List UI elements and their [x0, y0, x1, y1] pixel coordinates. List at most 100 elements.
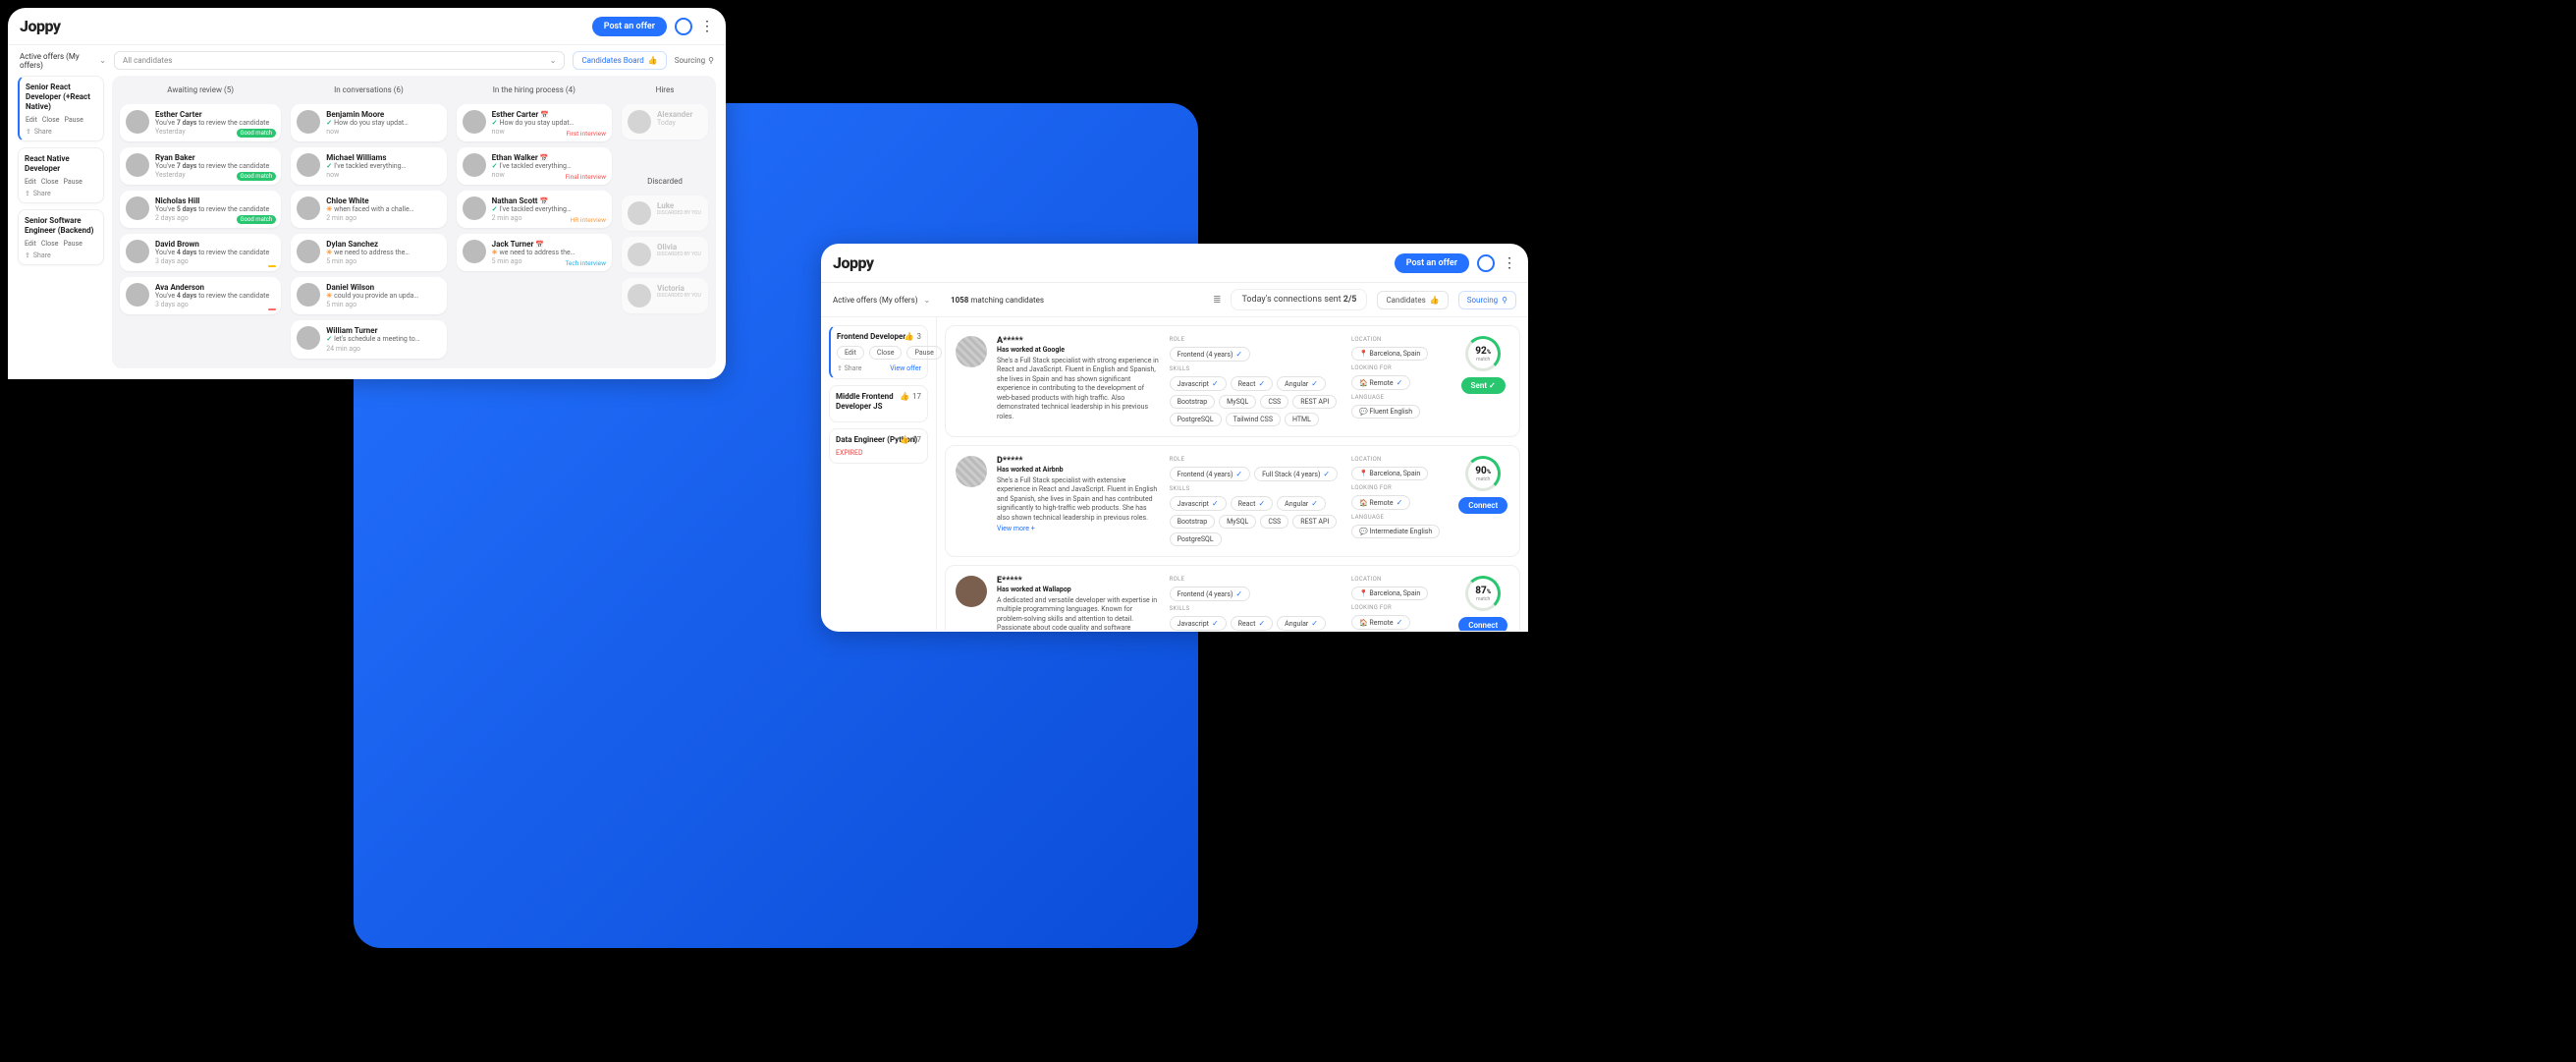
avatar	[297, 283, 320, 307]
label-skills: SKILLS	[1170, 485, 1342, 492]
active-offers-selector[interactable]: Active offers (My offers) ⌄	[833, 296, 941, 305]
candidate-card[interactable]: OliviaDISCARDED BY YOU	[622, 237, 708, 272]
candidates-board-chip[interactable]: Candidates Board 👍	[573, 51, 666, 70]
overflow-menu-icon[interactable]: ⋮	[1503, 256, 1516, 270]
candidate-card[interactable]: Nathan Scott 📅 ✓I've tackled everything……	[457, 191, 612, 228]
pill: CSS	[1260, 515, 1288, 529]
active-offers-selector[interactable]: Active offers (My offers) ⌄	[20, 52, 106, 70]
candidate-card[interactable]: Esther Carter 📅 ✓How do you stay updat… …	[457, 104, 612, 141]
offer-action-edit[interactable]: Edit	[25, 178, 36, 186]
match-ring: 87% match	[1465, 576, 1501, 611]
candidate-card[interactable]: Chloe White ✳when faced with a challe… 2…	[291, 191, 446, 228]
sourcing-offer-card[interactable]: Frontend Developer 👍3EditClosePause ⇪ Sh…	[829, 325, 928, 379]
column-in-conversations: In conversations (6)Benjamin Moore ✓How …	[291, 84, 446, 361]
offer-card[interactable]: React Native Developer EditClosePause ⇪S…	[18, 147, 104, 203]
chevron-down-icon: ⌄	[99, 56, 106, 65]
offer-share[interactable]: ⇪Share	[25, 252, 97, 259]
pill: PostgreSQL	[1170, 532, 1222, 546]
role-skills-block: ROLE Frontend (4 years)✓ SKILLS Javascri…	[1170, 336, 1342, 426]
offer-action-close[interactable]: Close	[869, 346, 903, 360]
candidate-name: Luke	[657, 201, 702, 210]
candidate-card[interactable]: Ryan Baker You've 7 days to review the c…	[120, 147, 281, 185]
card-subtitle: You've 7 days to review the candidate	[155, 162, 275, 171]
search-placeholder: All candidates	[123, 56, 172, 65]
candidate-card[interactable]: William Turner ✓let's schedule a meeting…	[291, 320, 446, 358]
offer-action-pause[interactable]: Pause	[63, 240, 82, 248]
candidate-card[interactable]: Nicholas Hill You've 5 days to review th…	[120, 191, 281, 228]
link-label: Sourcing	[675, 56, 705, 65]
label-location: LOCATION	[1351, 456, 1447, 463]
offer-action-close[interactable]: Close	[41, 240, 59, 248]
overflow-menu-icon[interactable]: ⋮	[700, 20, 714, 33]
profile-avatar[interactable]	[1477, 254, 1495, 272]
post-offer-button[interactable]: Post an offer	[1395, 253, 1469, 273]
candidate-card[interactable]: David Brown You've 4 days to review the …	[120, 234, 281, 271]
card-meta: now	[326, 171, 440, 179]
matching-count: 1058 matching candidates	[951, 296, 1044, 305]
offer-action-close[interactable]: Close	[41, 178, 59, 186]
candidate-name: D*****	[997, 456, 1160, 466]
candidate-card[interactable]: Esther Carter You've 7 days to review th…	[120, 104, 281, 141]
candidate-worked: Has worked at Airbnb	[997, 466, 1160, 474]
avatar	[628, 110, 651, 134]
share-icon: ⇪	[25, 252, 30, 259]
candidates-chip[interactable]: Candidates 👍	[1377, 291, 1448, 309]
column-header: Awaiting review (5)	[120, 84, 281, 98]
candidate-action-button[interactable]: Connect	[1458, 497, 1507, 514]
offer-share[interactable]: ⇪Share	[25, 190, 97, 197]
candidate-card[interactable]: LukeDISCARDED BY YOU	[622, 196, 708, 231]
header-bar: Joppy Post an offer ⋮	[8, 8, 726, 45]
selector-label: Active offers (My offers)	[20, 52, 93, 70]
offer-share[interactable]: ⇪Share	[26, 128, 97, 136]
avatar	[463, 240, 486, 263]
offer-share[interactable]: ⇪ Share	[837, 364, 861, 372]
label-looking: LOOKING FOR	[1351, 484, 1447, 491]
offer-card[interactable]: Senior Software Engineer (Backend) EditC…	[18, 209, 104, 265]
candidate-action-button[interactable]: Sent ✓	[1461, 377, 1506, 394]
candidate-card[interactable]: Daniel Wilson ✳could you provide an upda…	[291, 277, 446, 314]
post-offer-button[interactable]: Post an offer	[592, 17, 667, 36]
view-more-link[interactable]: View more +	[997, 525, 1160, 532]
offer-action-close[interactable]: Close	[42, 116, 60, 124]
sourcing-offer-card[interactable]: Data Engineer (Python) 👍17EXPIRED	[829, 428, 928, 464]
offer-view[interactable]: View offer	[890, 364, 921, 372]
offer-action-pause[interactable]: Pause	[64, 116, 82, 124]
pill: Frontend (4 years)✓	[1170, 467, 1250, 481]
card-subtitle: ✓let's schedule a meeting to…	[326, 335, 440, 344]
sourcing-icon: ⚲	[708, 56, 714, 65]
candidate-card[interactable]: Dylan Sanchez ✳we need to address the… 5…	[291, 234, 446, 271]
offer-action-edit[interactable]: Edit	[26, 116, 37, 124]
filters-icon[interactable]: ≣	[1213, 295, 1221, 306]
profile-avatar[interactable]	[675, 18, 692, 35]
candidate-name: Jack Turner 📅	[492, 240, 606, 249]
avatar	[297, 153, 320, 177]
candidate-card[interactable]: VictoriaDISCARDED BY YOU	[622, 278, 708, 313]
candidate-card[interactable]: AlexanderToday	[622, 104, 708, 140]
match-column: 90% match Connect	[1456, 456, 1509, 546]
sourcing-chip[interactable]: Sourcing ⚲	[1458, 291, 1516, 309]
candidate-info: A***** Has worked at Google She's a Full…	[997, 336, 1160, 426]
card-subtitle: ✓I've tackled everything…	[492, 162, 606, 171]
offer-action-pause[interactable]: Pause	[906, 346, 941, 360]
candidate-name: Michael Williams	[326, 153, 440, 162]
candidate-worked: Has worked at Wallapop	[997, 586, 1160, 593]
candidate-card[interactable]: Ethan Walker 📅 ✓I've tackled everything……	[457, 147, 612, 185]
candidate-action-button[interactable]: Connect	[1458, 617, 1507, 631]
sourcing-candidate-card: E***** Has worked at Wallapop A dedicate…	[945, 565, 1520, 631]
candidate-card[interactable]: Jack Turner 📅 ✳we need to address the… 5…	[457, 234, 612, 271]
card-meta: 2 min ago	[326, 214, 440, 222]
sourcing-offer-card[interactable]: Middle Frontend Developer JS 👍17	[829, 385, 928, 422]
offer-action-pause[interactable]: Pause	[63, 178, 82, 186]
candidate-card[interactable]: Ava Anderson You've 4 days to review the…	[120, 277, 281, 314]
sourcing-link[interactable]: Sourcing ⚲	[675, 56, 714, 65]
candidate-name: Nicholas Hill	[155, 196, 275, 205]
offer-card[interactable]: Senior React Developer (+React Native) E…	[18, 76, 104, 141]
candidate-search-select[interactable]: All candidates ⌄	[114, 51, 565, 70]
offer-action-edit[interactable]: Edit	[837, 346, 864, 360]
candidate-card[interactable]: Benjamin Moore ✓How do you stay updat… n…	[291, 104, 446, 141]
candidate-card[interactable]: Michael Williams ✓I've tackled everythin…	[291, 147, 446, 185]
candidate-info: D***** Has worked at Airbnb She's a Full…	[997, 456, 1160, 546]
offer-action-edit[interactable]: Edit	[25, 240, 36, 248]
pill: Javascript✓	[1170, 616, 1227, 631]
column-in-hiring-process: In the hiring process (4)Esther Carter 📅…	[457, 84, 612, 361]
